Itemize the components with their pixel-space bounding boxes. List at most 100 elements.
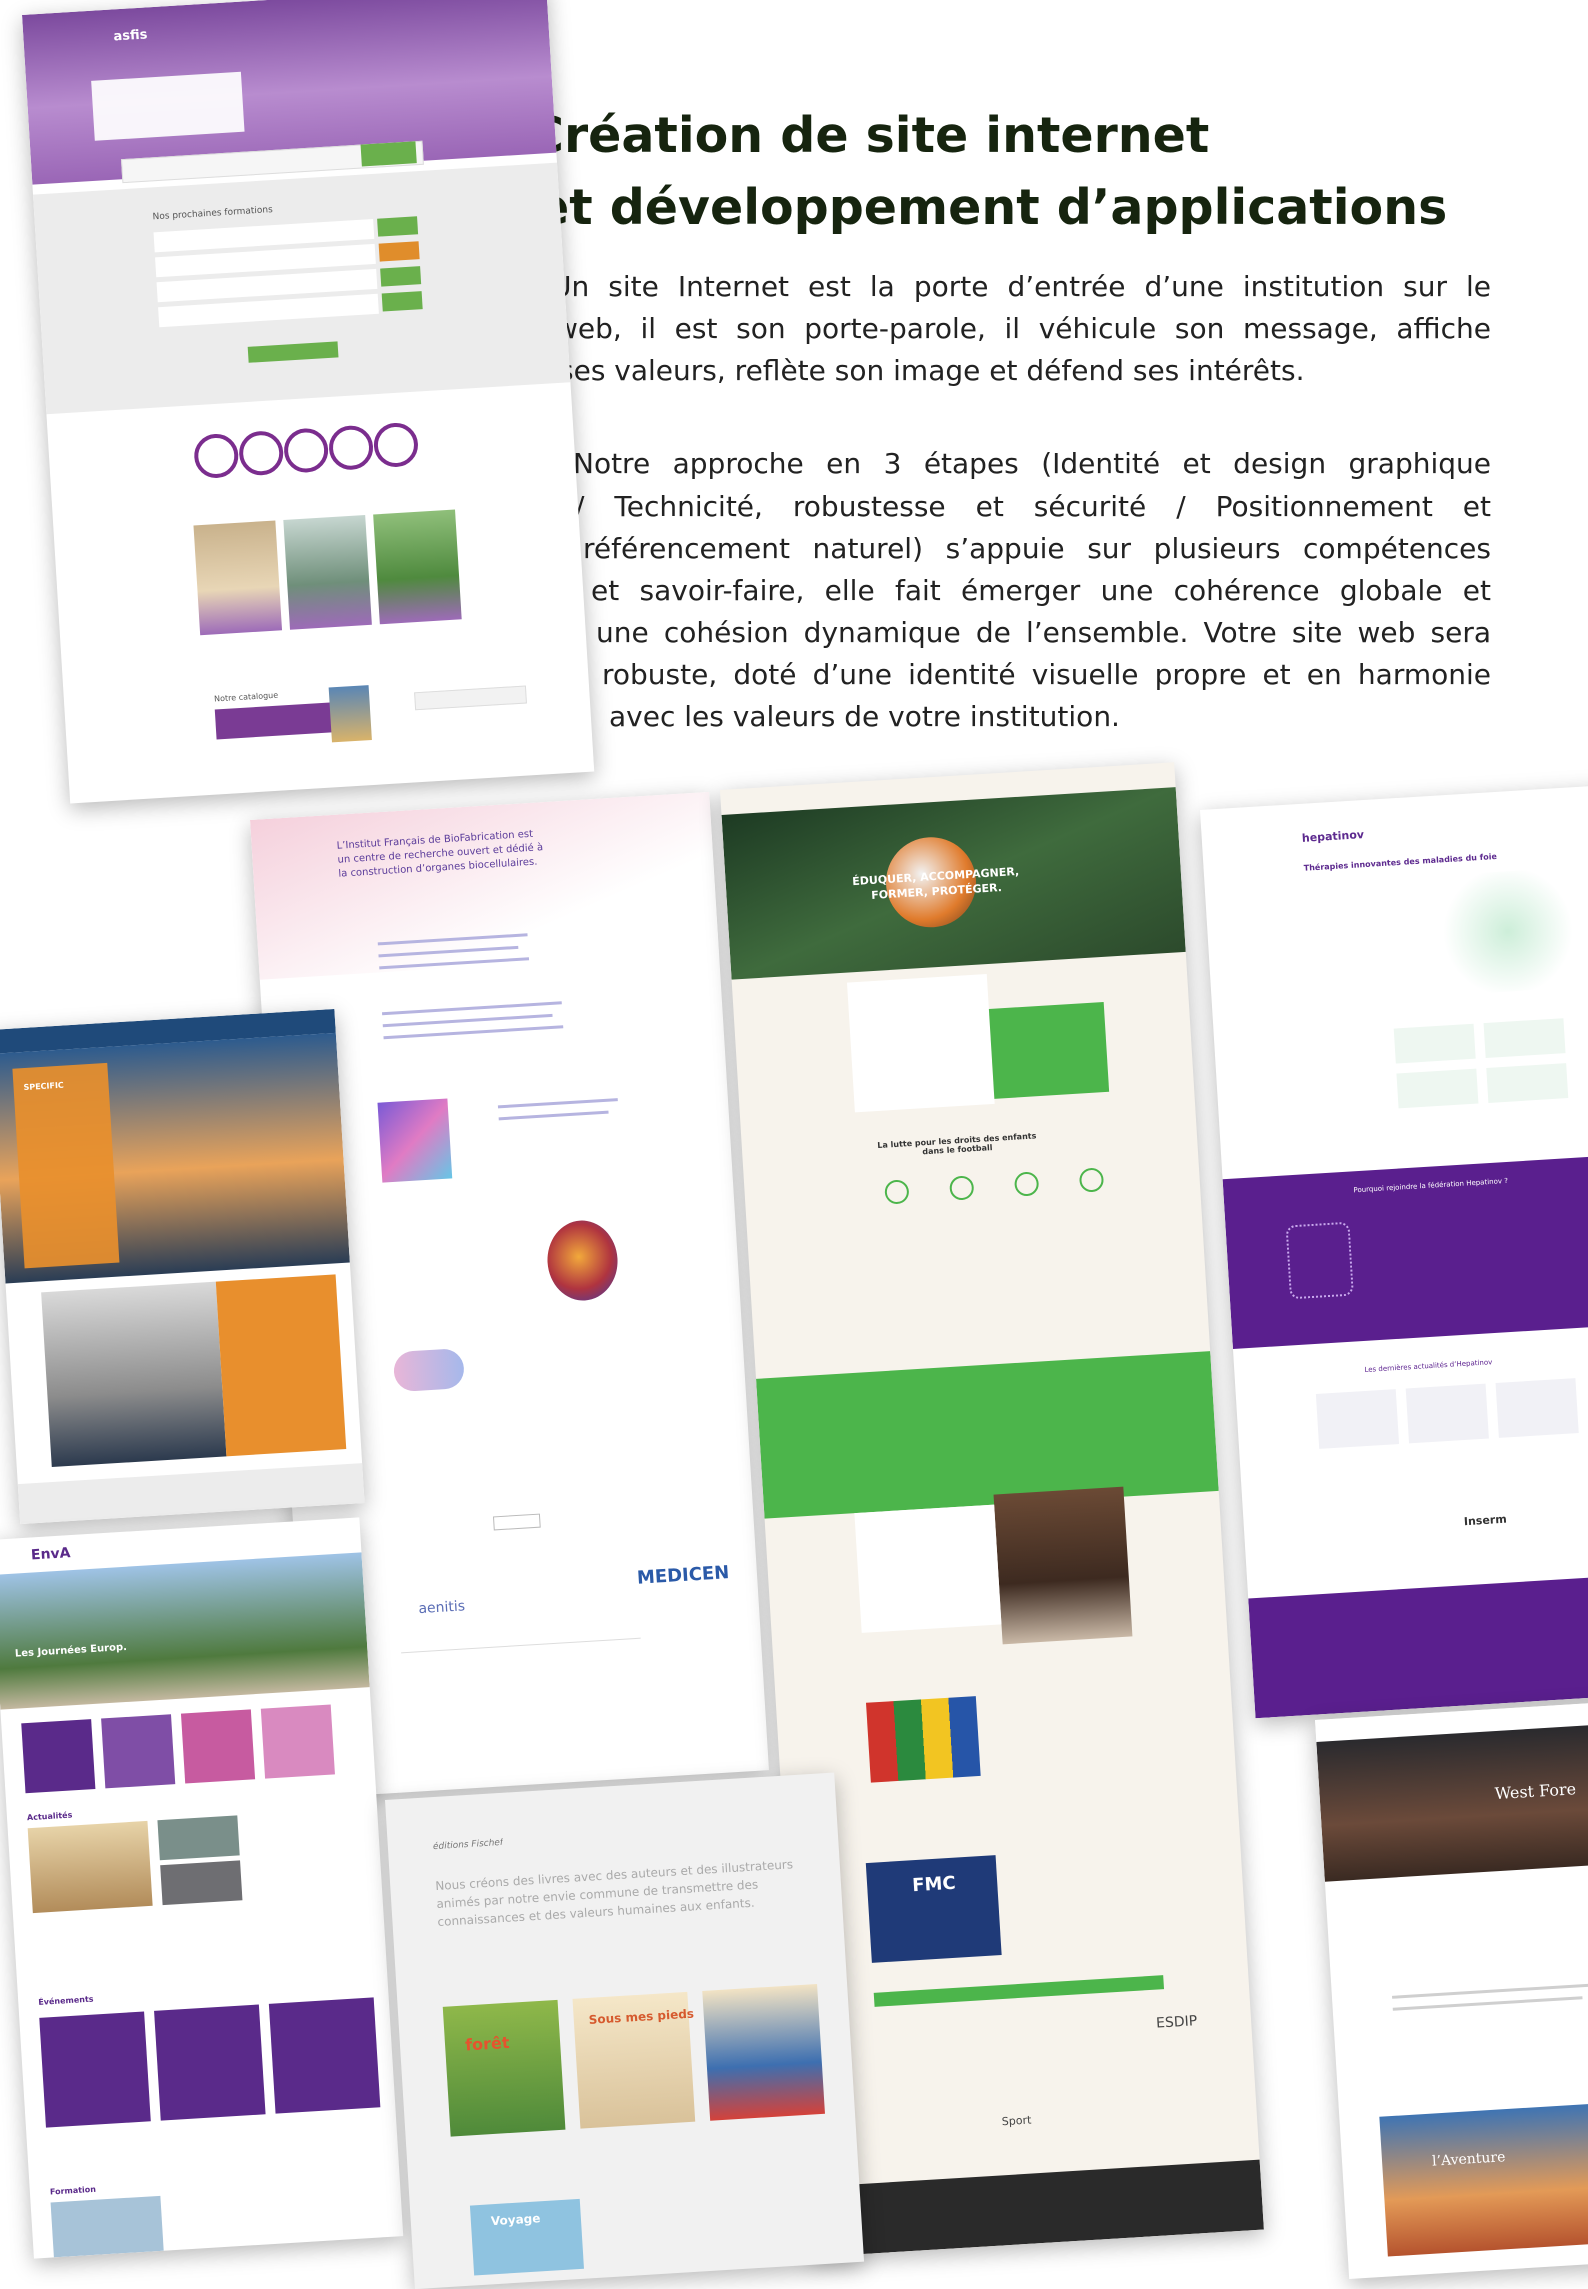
fmc-card	[865, 1855, 1002, 1963]
search-button	[360, 141, 417, 167]
intro-p2-line: une cohésion dynamique de l’ensemble. Vo…	[596, 616, 1491, 649]
intro-p2-line: et savoir-faire, elle fait émerger une c…	[591, 574, 1491, 607]
catalogue-label: Notre catalogue	[213, 690, 279, 704]
intro-p2-line: / Technicité, robustesse et sécurité / P…	[575, 490, 1491, 523]
news-photo	[157, 1815, 240, 1861]
puzzle-illustration	[1285, 1221, 1354, 1300]
hero-image	[0, 1552, 370, 1710]
news-card	[1405, 1383, 1489, 1444]
events-label: Événements	[38, 1994, 94, 2007]
text-line	[498, 1110, 609, 1121]
website-screenshot-enva: EnvA Les Journées Europ. Actualités Évén…	[0, 1517, 404, 2259]
biofab-heading: L’Institut Français de BioFabrication es…	[336, 828, 544, 880]
footer-info	[401, 1637, 644, 1704]
fischef-logo: éditions Fischef	[432, 1837, 504, 1853]
intro-card	[846, 974, 995, 1113]
stats-band	[756, 1351, 1219, 1519]
photo-card	[283, 514, 372, 630]
formation-button	[381, 291, 423, 312]
feature-icon	[1078, 1167, 1105, 1193]
intro-p2-line: référencement naturel) s’appuie sur plus…	[583, 532, 1491, 565]
green-bar	[873, 1975, 1165, 2007]
tile-purple	[21, 1719, 96, 1794]
news-label: Actualités	[26, 1810, 73, 1823]
website-screenshot-asfis: asfis Nos prochaines formations Notre ca…	[22, 0, 595, 804]
partner-logo-inserm: Inserm	[1463, 1512, 1508, 1529]
partner-logo-aenitis: aenitis	[418, 1598, 466, 1618]
enva-logo: EnvA	[30, 1545, 71, 1564]
orange-overlay	[12, 1062, 120, 1269]
stat-circle	[372, 421, 420, 469]
stat-circle	[327, 424, 375, 472]
text-line	[497, 1098, 618, 1109]
text-line	[1392, 1996, 1583, 2011]
website-screenshot-fischef: éditions Fischef Nous créons des livres …	[385, 1772, 865, 2289]
news-photo	[27, 1820, 153, 1914]
orange-panel	[215, 1274, 347, 1457]
hero-image	[1316, 1723, 1588, 1882]
intro-p1-line: Un site Internet est la porte d’entrée d…	[551, 270, 1491, 303]
formation-button	[377, 216, 419, 237]
green-illustration	[1434, 867, 1582, 996]
intro-p1-line: web, il est son porte-parole, il véhicul…	[555, 312, 1491, 345]
footer	[805, 2159, 1264, 2258]
section-title: La lutte pour les droits des enfants dan…	[877, 1131, 1037, 1157]
info-card	[1486, 1063, 1569, 1103]
feature-icon	[884, 1179, 910, 1205]
book-cover	[469, 2198, 584, 2276]
stat-circle	[192, 432, 240, 480]
feature-icon	[949, 1175, 975, 1201]
feature-icon	[1013, 1171, 1040, 1197]
website-screenshot-travel: West Fore l’Aventure	[1315, 1701, 1588, 2279]
newsletter-box	[414, 685, 527, 711]
news-photo	[160, 1860, 243, 1906]
intro-p2-line: robuste, doté d’une identité visuelle pr…	[602, 658, 1491, 691]
cell-illustration	[392, 1348, 466, 1393]
photo-card	[373, 509, 462, 625]
info-card	[1396, 1068, 1479, 1109]
book-cover	[442, 1999, 566, 2137]
tile-purple	[101, 1714, 176, 1789]
book-title: forêt	[464, 2032, 510, 2055]
page-title: Création de site internet et développeme…	[528, 100, 1538, 244]
footer	[1248, 1573, 1588, 1719]
promo-image	[1379, 2100, 1588, 2257]
stat-circle	[282, 427, 330, 474]
tile-pink	[180, 1709, 256, 1784]
page-title-line-1: Création de site internet	[528, 107, 1210, 164]
website-screenshot-energy: SPECIFIC	[0, 1008, 365, 1525]
news-card	[1495, 1378, 1579, 1438]
text-card	[854, 1504, 1002, 1633]
book-cover	[702, 1983, 825, 2121]
text-line	[383, 1025, 564, 1040]
green-panel	[988, 1001, 1110, 1099]
news-card	[1315, 1389, 1400, 1449]
hepatinov-logo: hepatinov	[1301, 828, 1365, 845]
intro-p2-line: Notre approche en 3 étapes (Identité et …	[573, 447, 1491, 480]
photo-card	[193, 520, 283, 636]
formation-photo	[50, 2195, 164, 2258]
asfis-logo: asfis	[113, 27, 148, 45]
text-line	[382, 1013, 553, 1028]
formation-button	[380, 266, 422, 287]
search-card	[91, 71, 245, 141]
partner-logo-medicen: MEDICEN	[636, 1562, 730, 1589]
page-title-line-2: et développement d’applications	[536, 179, 1448, 236]
fischef-intro: Nous créons des livres avec des auteurs …	[434, 1857, 794, 1930]
website-screenshot-hepatinov: hepatinov Thérapies innovantes des malad…	[1200, 784, 1588, 1719]
intro-p2-line: avec les valeurs de votre institution.	[609, 700, 1120, 733]
photo-child	[993, 1486, 1133, 1645]
partner-logo-sport: Sport	[1001, 2113, 1032, 2129]
info-card	[1483, 1018, 1566, 1059]
tile-pink	[260, 1704, 335, 1779]
intro-p1-line: ses valeurs, reflète son image et défend…	[559, 354, 1305, 387]
partner-logo-esdip: ESDIP	[1155, 2013, 1198, 2032]
formation-button	[378, 241, 420, 262]
text-line	[1391, 1983, 1588, 1999]
formation-label: Formation	[49, 2184, 97, 2197]
abstract-illustration	[377, 1098, 453, 1183]
portrait-photo	[41, 1281, 227, 1468]
flags-image	[865, 1696, 981, 1783]
more-button	[492, 1513, 541, 1531]
fmc-badge: FMC	[911, 1872, 957, 1897]
